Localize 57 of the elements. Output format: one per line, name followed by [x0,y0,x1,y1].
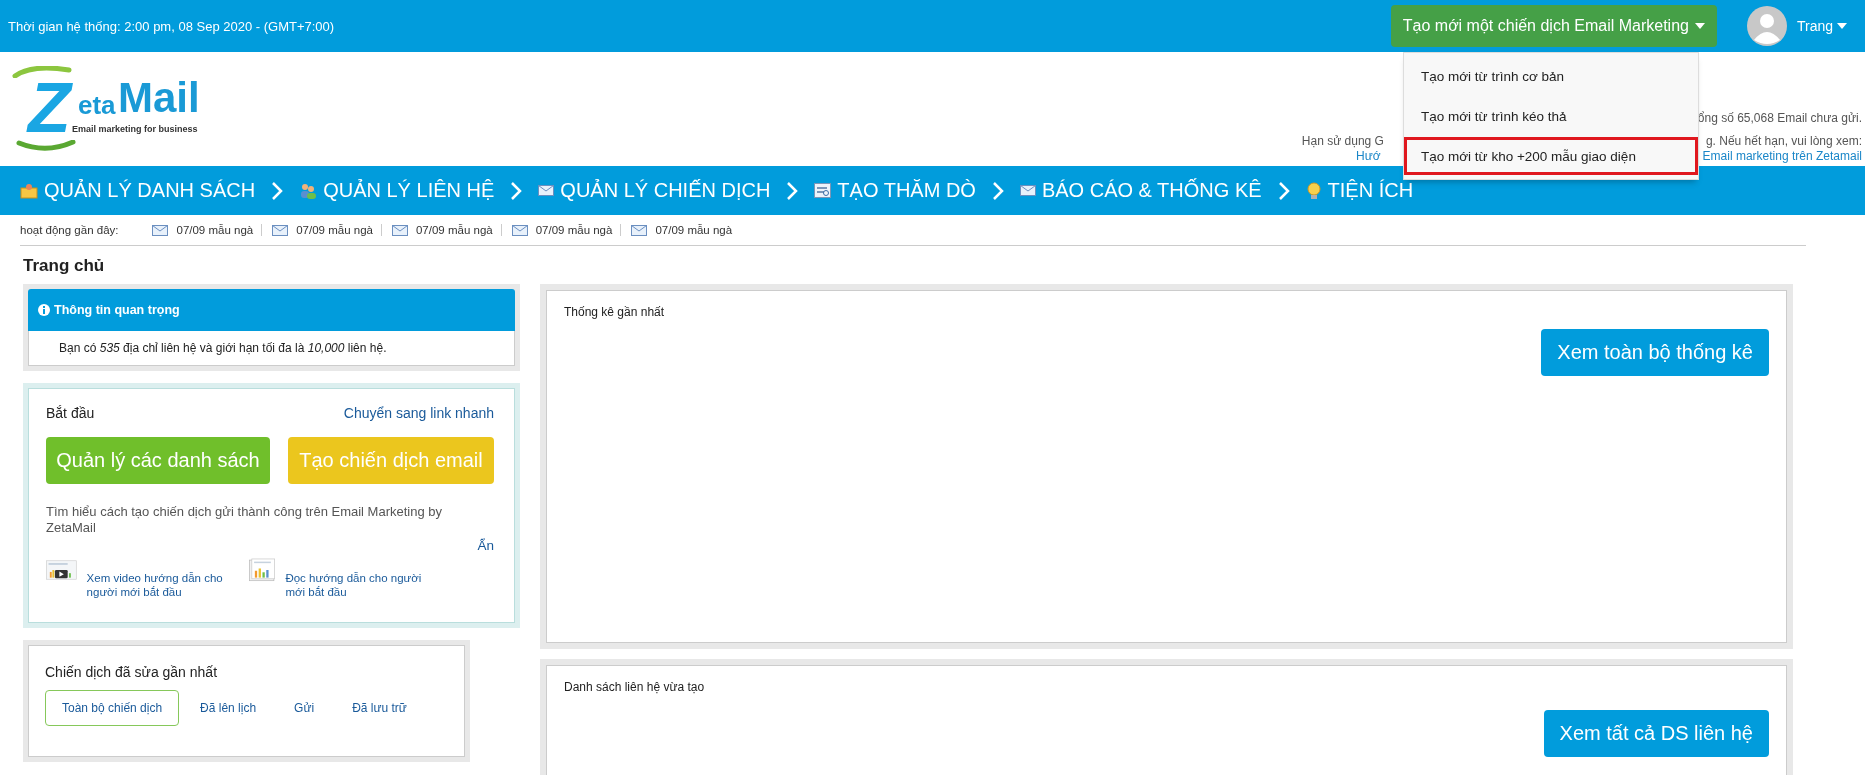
activity-item[interactable]: 07/09 mẫu ngà [296,224,373,236]
caret-icon [1694,23,1705,29]
envelope-icon [152,224,169,236]
panel-title: Bắt đầu [46,405,95,421]
guide-link[interactable]: Hướ [1356,149,1381,164]
chevron-icon [1277,180,1290,201]
people-icon [299,181,318,200]
account-note: Hạn sử dụng G [1301,134,1384,149]
logo-text: eta [78,90,116,121]
filter-tab[interactable]: Toàn bộ chiến dịch [45,690,180,726]
page-title: Trang chủ [23,256,106,277]
description: Tìm hiểu cách tạo chiến dịch gửi thành công trên Email Marketing by ZetaMail [46,504,444,536]
guide-link[interactable]: Xem video hướng dẫn cho người mới bắt đầu [86,555,236,599]
form-icon [814,183,832,198]
activity-item[interactable]: 07/09 mẫu ngà [415,224,493,236]
panel-title: Thống kê gần nhất [564,305,666,319]
chevron-icon [510,180,523,201]
panel-title: Chiến dịch đã sửa gần nhất [45,664,219,680]
logo-swoosh-icon [12,66,72,78]
filter-tab[interactable]: Đã lưu trữ [335,690,424,726]
filter-tab[interactable]: Đã lên lịch [183,690,274,726]
activity-item[interactable]: 07/09 mẫu ngà [655,224,733,236]
account-note: g. Nếu hết hạn, vui lòng xem: [1705,134,1862,149]
info-icon [38,304,50,316]
logo-tagline: Email marketing for business [72,124,198,134]
envelope-icon [538,185,555,196]
account-note: ổng số 65,068 Email chưa gửi. [1697,111,1862,126]
system-time: Thời gian hệ thống: 2:00 pm, 08 Sep 2020 - (GMT+7:00) [8,18,336,34]
guide-link[interactable]: Email marketing trên Zetamail [1702,149,1862,164]
panel-title: Thông tin quan trọng [54,303,180,317]
lightbulb-icon [1305,181,1322,200]
info-text: Bạn có 535 địa chỉ liên hệ và giới hạn tối đa là 10,000 liên hệ. [59,341,387,355]
guide-link[interactable]: Đọc hướng dẫn cho người mới bắt đầu [285,555,438,599]
menu-item[interactable]: Tạo mới từ kho +200 mẫu giao diện [1404,137,1698,175]
logo-text: Mail [118,74,200,122]
envelope-icon [391,224,408,236]
activity-item[interactable]: 07/09 mẫu ngà [535,224,613,236]
activity-item[interactable]: 07/09 mẫu ngà [176,224,254,236]
logo-initial: Z [28,78,71,138]
folder-icon [20,182,38,199]
activity-label: hoạt động gần đây: [20,224,119,236]
menu-item[interactable]: Tạo mới từ trình kéo thả [1404,97,1698,135]
envelope-icon [631,224,648,236]
avatar-icon[interactable] [1746,6,1787,46]
caret-icon [1837,23,1847,29]
envelope-icon [272,224,289,236]
hide-link[interactable]: Ẩn [477,538,494,553]
envelope-icon [1019,185,1036,196]
chevron-icon [786,180,799,201]
chevron-icon [271,180,284,201]
filter-tab[interactable]: Gửi [277,690,332,726]
menu-item[interactable]: Tạo mới từ trình cơ bản [1404,57,1698,95]
envelope-icon [511,224,528,236]
panel-title: Danh sách liên hệ vừa tạo [564,680,706,694]
quick-link[interactable]: Chuyển sang link nhanh [343,405,494,421]
logo-swoosh-icon [16,140,76,152]
chevron-icon [991,180,1004,201]
